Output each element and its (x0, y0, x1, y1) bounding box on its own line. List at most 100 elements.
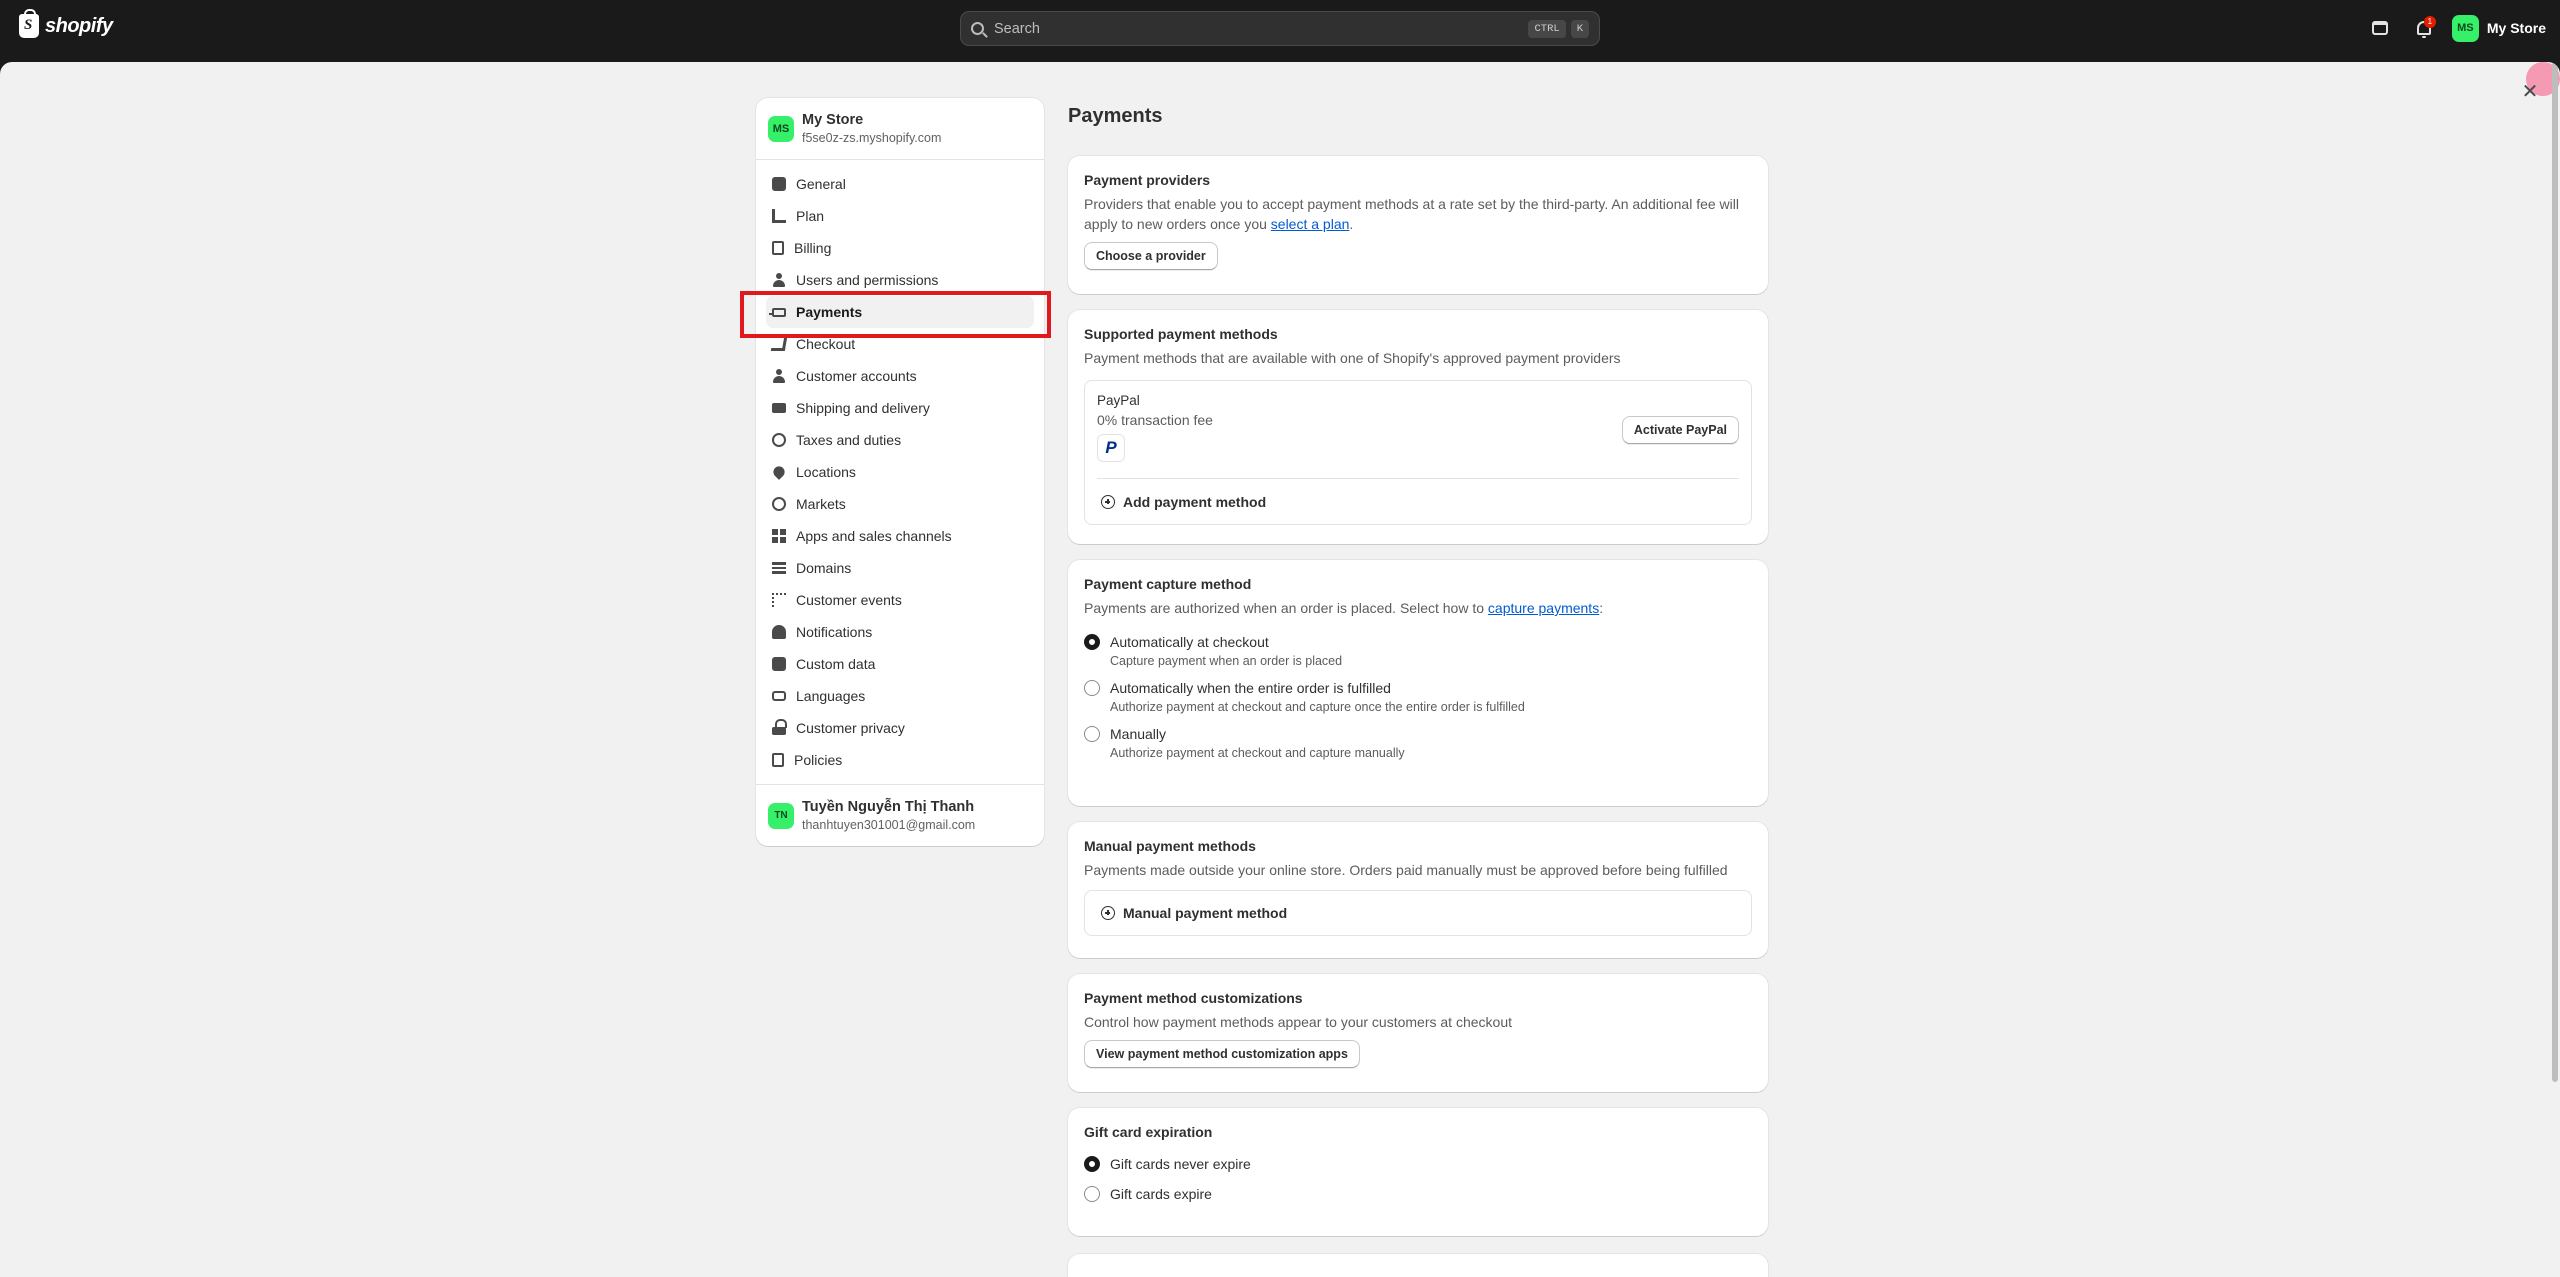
sidebar-item-custom-data[interactable]: Custom data (766, 648, 1034, 680)
option-help: Capture payment when an order is placed (1110, 654, 1343, 668)
giftcard-option-expire[interactable]: Gift cards expire (1084, 1186, 1752, 1202)
capture-method-card: Payment capture method Payments are auth… (1068, 560, 1768, 806)
store-icon (772, 177, 786, 191)
close-settings-button[interactable]: ✕ (2518, 80, 2542, 104)
sidebar-item-notifications[interactable]: Notifications (766, 616, 1034, 648)
radio-unselected[interactable] (1084, 726, 1100, 742)
user-name: Tuyền Nguyễn Thị Thanh (802, 799, 975, 815)
shopify-logo[interactable]: shopify (19, 9, 113, 38)
option-help: Authorize payment at checkout and captur… (1110, 700, 1525, 714)
store-name: My Store (802, 112, 864, 128)
scrollbar[interactable] (2552, 62, 2558, 1082)
card-description: Control how payment methods appear to yo… (1084, 1014, 1512, 1030)
domain-icon (772, 562, 786, 574)
radio-selected[interactable] (1084, 1156, 1100, 1172)
lock-icon (772, 719, 787, 735)
store-header[interactable]: MS My Store f5se0z-zs.myshopify.com (756, 98, 1044, 160)
sidebar-item-billing[interactable]: Billing (766, 232, 1034, 264)
sidebar-item-markets[interactable]: Markets (766, 488, 1034, 520)
sidebar-item-apps[interactable]: Apps and sales channels (766, 520, 1034, 552)
sidebar-item-domains[interactable]: Domains (766, 552, 1034, 584)
sidebar-item-policies[interactable]: Policies (766, 744, 1034, 776)
tax-icon (772, 433, 786, 447)
sidebar-item-general[interactable]: General (766, 168, 1034, 200)
globe-icon (772, 497, 786, 511)
next-card-partial (1068, 1254, 1768, 1277)
card-heading: Payment providers (1084, 172, 1211, 188)
paypal-icon: P (1105, 438, 1117, 457)
sidebar-item-shipping[interactable]: Shipping and delivery (766, 392, 1034, 424)
sidebar-item-languages[interactable]: Languages (766, 680, 1034, 712)
payments-icon (769, 307, 786, 317)
sidebar-item-taxes[interactable]: Taxes and duties (766, 424, 1034, 456)
billing-icon (772, 241, 784, 255)
radio-unselected[interactable] (1084, 1186, 1100, 1202)
gift-card-expiration-card: Gift card expiration Gift cards never ex… (1068, 1108, 1768, 1236)
radio-unselected[interactable] (1084, 680, 1100, 696)
sidebar-item-customer-privacy[interactable]: Customer privacy (766, 712, 1034, 744)
paypal-name: PayPal (1097, 393, 1140, 408)
option-help: Authorize payment at checkout and captur… (1110, 746, 1405, 760)
truck-icon (772, 403, 786, 413)
sidebar-item-customer-events[interactable]: Customer events (766, 584, 1034, 616)
add-manual-method-button[interactable]: Manual payment method (1084, 890, 1752, 936)
view-customization-apps-button[interactable]: View payment method customization apps (1084, 1040, 1360, 1068)
custom-data-icon (772, 657, 786, 671)
sidebar-item-customer-accounts[interactable]: Customer accounts (766, 360, 1034, 392)
manual-methods-card: Manual payment methods Payments made out… (1068, 822, 1768, 958)
language-icon (772, 691, 786, 701)
search-placeholder: Search (994, 20, 1040, 37)
radio-selected[interactable] (1084, 634, 1100, 650)
close-icon: ✕ (2521, 81, 2539, 103)
online-store-button[interactable] (2364, 12, 2396, 44)
shortcut-key-ctrl: CTRL (1528, 19, 1566, 38)
settings-sidebar: MS My Store f5se0z-zs.myshopify.com Gene… (756, 98, 1044, 846)
account-footer[interactable]: TN Tuyền Nguyễn Thị Thanh thanhtuyen3010… (756, 784, 1044, 846)
apps-icon (772, 529, 786, 543)
add-payment-method-button[interactable]: Add payment method (1101, 494, 1266, 510)
sidebar-item-users[interactable]: Users and permissions (766, 264, 1034, 296)
card-description: Payment methods that are available with … (1084, 350, 1621, 366)
user-menu-button[interactable]: MS My Store (2451, 14, 2546, 42)
user-email: thanhtuyen301001@gmail.com (802, 818, 976, 832)
capture-option-manual[interactable]: Manually (1084, 726, 1752, 742)
user-avatar: TN (768, 802, 794, 829)
card-heading: Payment capture method (1084, 576, 1252, 592)
capture-payments-link[interactable]: capture payments (1488, 600, 1599, 616)
person-icon (772, 369, 786, 383)
paypal-logo: P (1097, 434, 1125, 462)
select-plan-link[interactable]: select a plan (1271, 216, 1350, 232)
card-heading: Manual payment methods (1084, 838, 1256, 854)
card-description: Payments made outside your online store.… (1084, 862, 1728, 878)
activate-paypal-button[interactable]: Activate PayPal (1621, 416, 1739, 444)
card-heading: Supported payment methods (1084, 326, 1278, 342)
search-bar[interactable]: Search CTRL K (960, 11, 1600, 46)
search-icon (971, 22, 984, 35)
cart-icon (770, 337, 788, 351)
card-heading: Payment method customizations (1084, 990, 1303, 1006)
settings-nav: General Plan Billing Users and permissio… (756, 160, 1044, 776)
top-bar: shopify Search CTRL K 1 MS My Store (0, 0, 2560, 56)
sidebar-item-payments[interactable]: Payments (766, 296, 1034, 328)
users-icon (772, 273, 786, 287)
sidebar-item-locations[interactable]: Locations (766, 456, 1034, 488)
notifications-button[interactable]: 1 (2408, 12, 2440, 44)
user-menu-label: My Store (2486, 20, 2546, 36)
store-icon (2371, 21, 2388, 35)
bell-icon (772, 625, 786, 639)
choose-provider-button[interactable]: Choose a provider (1084, 242, 1218, 270)
shopify-bag-icon (19, 9, 39, 38)
plus-circle-icon (1101, 495, 1115, 509)
customizations-card: Payment method customizations Control ho… (1068, 974, 1768, 1092)
capture-option-automatic[interactable]: Automatically at checkout (1084, 634, 1752, 650)
store-domain: f5se0z-zs.myshopify.com (802, 131, 942, 145)
divider (1097, 478, 1739, 479)
supported-methods-card: Supported payment methods Payment method… (1068, 310, 1768, 544)
giftcard-option-never-expire[interactable]: Gift cards never expire (1084, 1156, 1752, 1172)
capture-option-fulfilled[interactable]: Automatically when the entire order is f… (1084, 680, 1752, 696)
sidebar-item-checkout[interactable]: Checkout (766, 328, 1034, 360)
card-description: Providers that enable you to accept paym… (1084, 196, 1739, 232)
notification-badge: 1 (2423, 16, 2436, 28)
store-avatar: MS (768, 115, 794, 142)
sidebar-item-plan[interactable]: Plan (766, 200, 1034, 232)
